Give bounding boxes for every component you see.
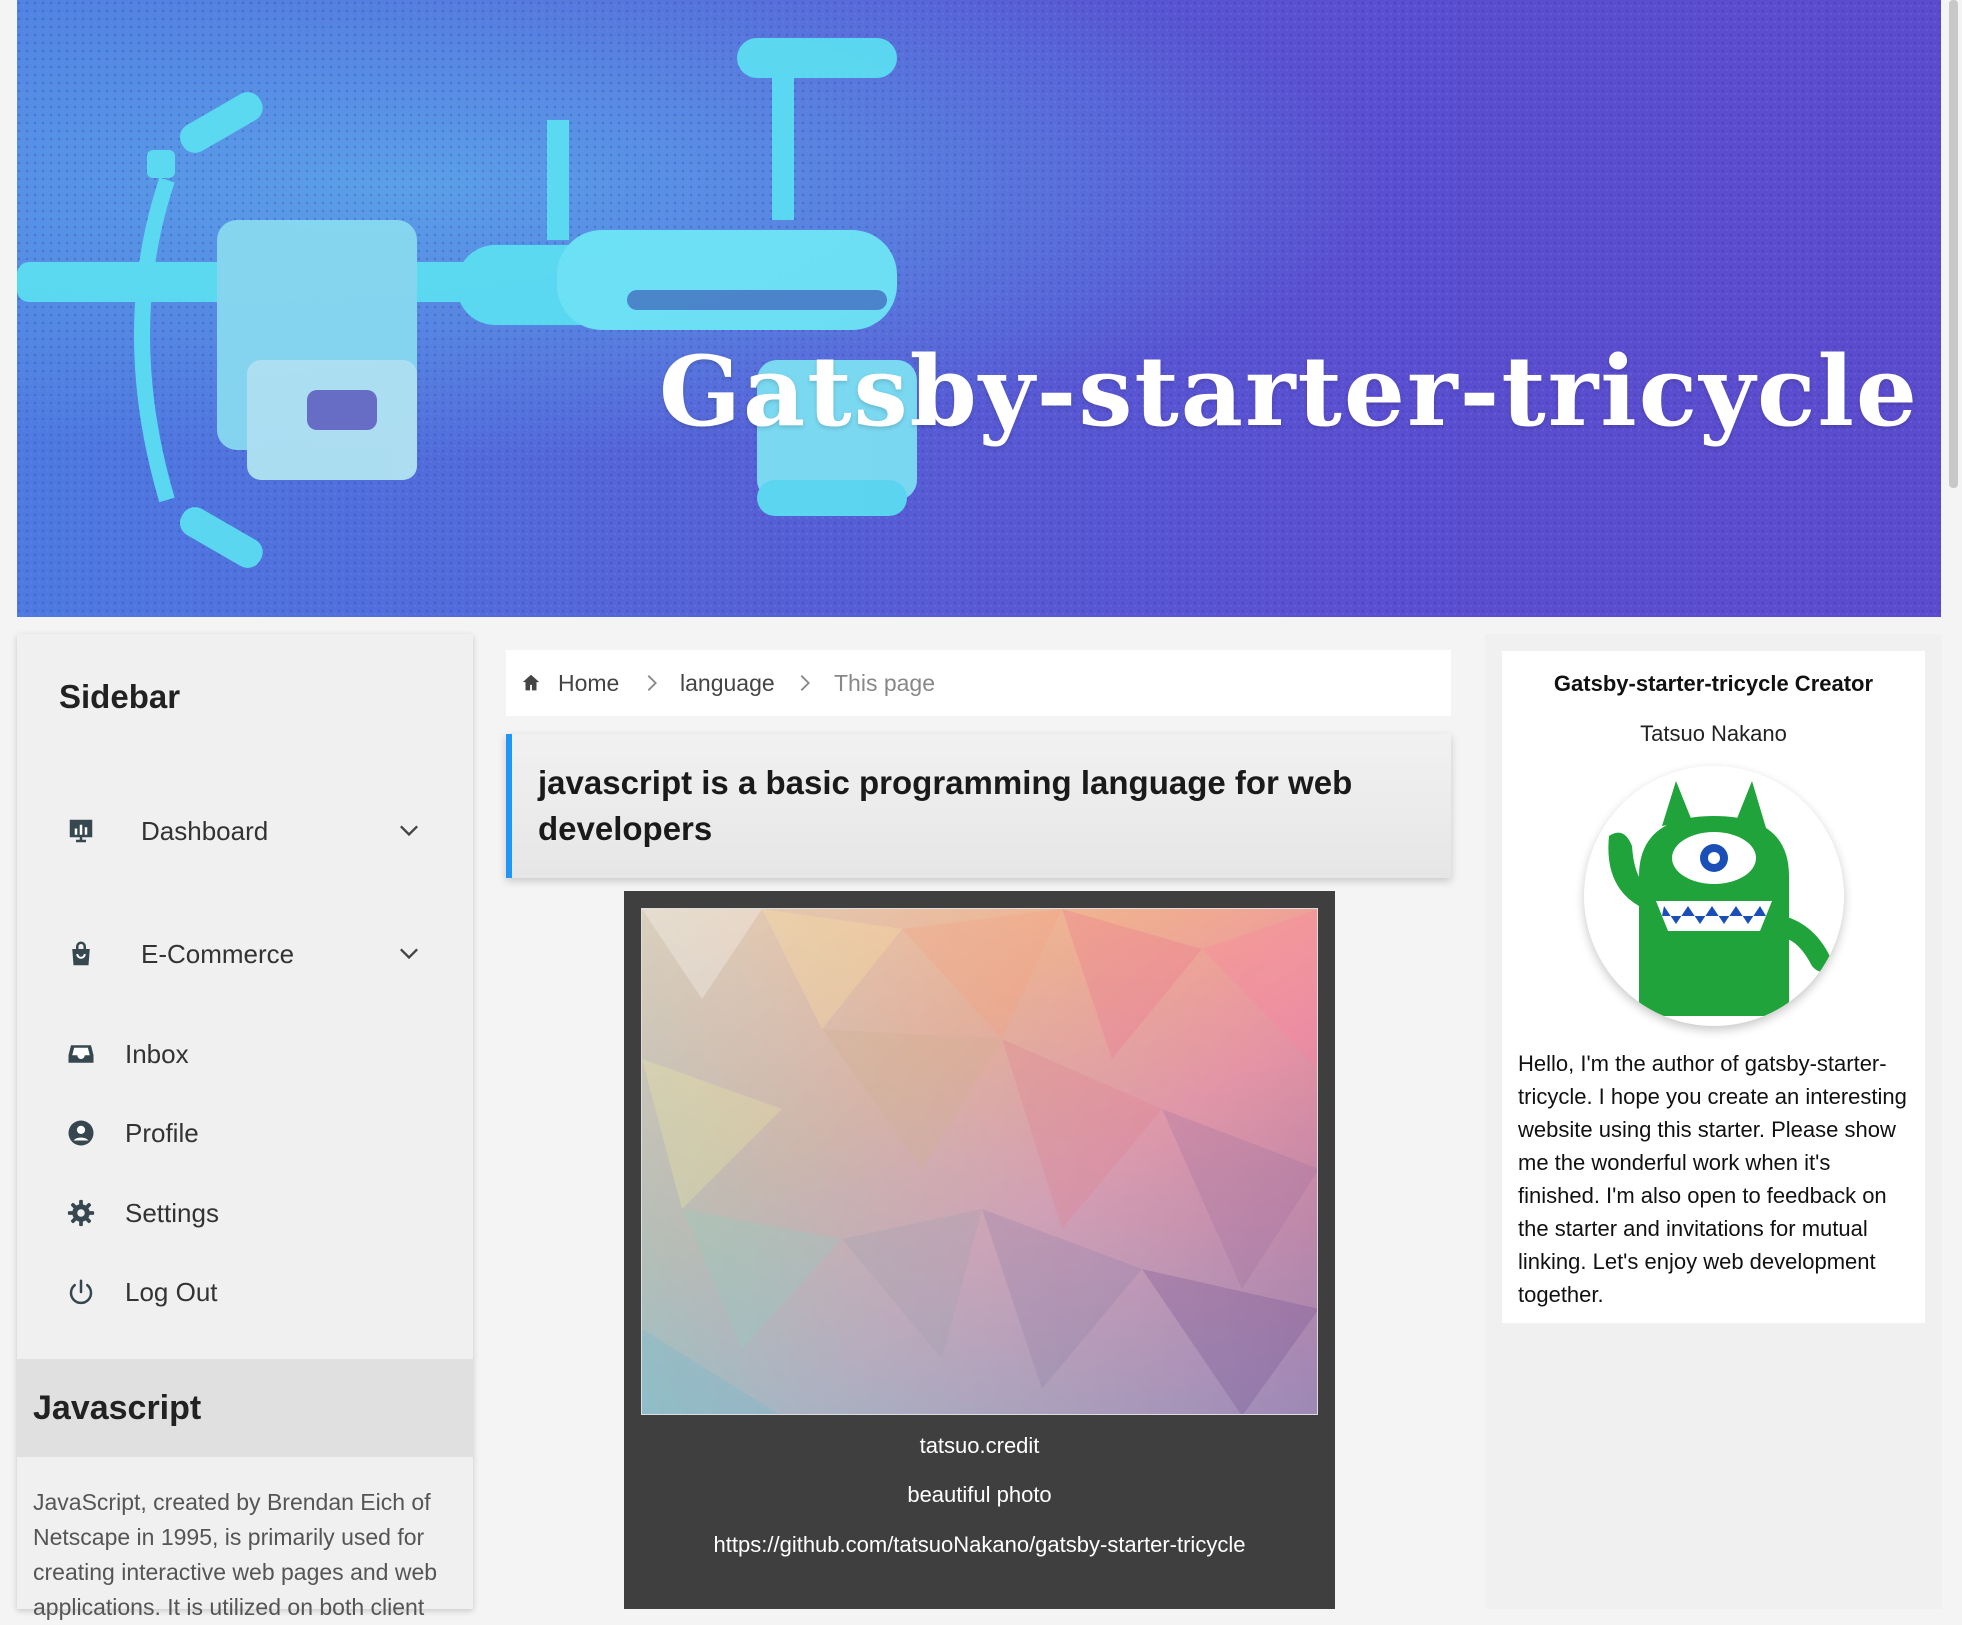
- page-scrollbar[interactable]: [1945, 0, 1962, 1609]
- inbox-icon: [65, 1038, 97, 1070]
- chevron-right-icon: [641, 672, 663, 694]
- sidebar-item-logout[interactable]: Log Out: [17, 1257, 473, 1327]
- chevron-down-icon[interactable]: [395, 940, 423, 968]
- category-description: JavaScript, created by Brendan Eich of N…: [33, 1489, 438, 1620]
- profile-card-title: Gatsby-starter-tricycle Creator: [1553, 671, 1874, 696]
- page-title: javascript is a basic programming langua…: [538, 764, 1353, 847]
- chevron-right-icon: [794, 672, 816, 694]
- gear-icon: [65, 1197, 97, 1229]
- hero-banner: Gatsby-starter-tricycle: [17, 0, 1941, 617]
- chevron-down-icon[interactable]: [395, 817, 423, 845]
- breadcrumb: Home language This page: [506, 650, 1451, 716]
- home-icon[interactable]: [520, 672, 542, 699]
- figure-caption: beautiful photo: [907, 1482, 1052, 1507]
- author-name: Tatsuo Nakano: [1640, 721, 1787, 746]
- sidebar-item-label: E-Commerce: [141, 938, 295, 969]
- sidebar-item-dashboard[interactable]: Dashboard: [17, 796, 473, 866]
- right-sidebar: Gatsby-starter-tricycle Creator Tatsuo N…: [1485, 634, 1942, 1609]
- figure-credit: tatsuo.credit: [919, 1433, 1040, 1458]
- figure-link[interactable]: https://github.com/tatsuoNakano/gatsby-s…: [624, 1532, 1335, 1558]
- sidebar-item-label: Profile: [125, 1117, 199, 1148]
- breadcrumb-current: This page: [834, 670, 936, 696]
- sidebar-item-label: Inbox: [125, 1038, 189, 1069]
- sidebar-item-label: Log Out: [125, 1276, 218, 1307]
- profile-card: Gatsby-starter-tricycle Creator Tatsuo N…: [1502, 651, 1925, 1323]
- shopping-bag-icon: [65, 938, 97, 970]
- author-bio: Hello, I'm the author of gatsby-starter-…: [1518, 1051, 1907, 1307]
- sidebar-item-settings[interactable]: Settings: [17, 1178, 473, 1248]
- category-title: Javascript: [33, 1389, 202, 1427]
- article-headline: javascript is a basic programming langua…: [506, 734, 1451, 878]
- sidebar-title: Sidebar: [59, 678, 181, 715]
- avatar: [1584, 766, 1844, 1026]
- sidebar: Sidebar Dashboard E-Commerce Inbox Profi…: [17, 634, 473, 1620]
- article-figure: tatsuo.credit beautiful photo https://gi…: [624, 891, 1335, 1609]
- breadcrumb-home[interactable]: Home: [558, 670, 619, 697]
- category-header: Javascript: [17, 1359, 473, 1457]
- power-icon: [65, 1276, 97, 1308]
- figure-image: [641, 908, 1318, 1415]
- dashboard-icon: [65, 815, 97, 847]
- tricycle-photo: [17, 0, 1941, 617]
- scrollbar-thumb[interactable]: [1949, 0, 1958, 488]
- sidebar-item-inbox[interactable]: Inbox: [17, 1019, 473, 1089]
- sidebar-item-label: Settings: [125, 1197, 219, 1228]
- sidebar-item-ecommerce[interactable]: E-Commerce: [17, 919, 473, 989]
- sidebar-item-label: Dashboard: [141, 815, 269, 846]
- hero-title: Gatsby-starter-tricycle: [659, 335, 1919, 448]
- sidebar-item-profile[interactable]: Profile: [17, 1098, 473, 1168]
- breadcrumb-language[interactable]: language: [680, 670, 775, 697]
- account-circle-icon: [65, 1117, 97, 1149]
